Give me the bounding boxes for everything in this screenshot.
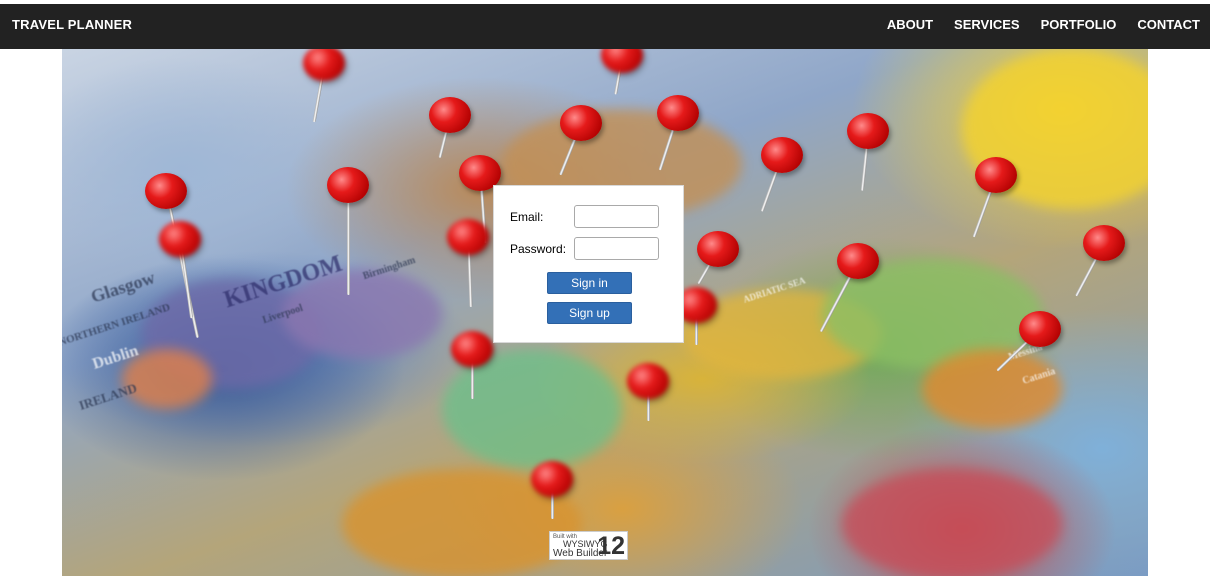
map-label: Glasgow [88, 267, 158, 307]
login-form: Email: Password: Sign in Sign up [493, 185, 684, 343]
nav-contact[interactable]: CONTACT [1137, 17, 1200, 32]
nav-services[interactable]: SERVICES [954, 17, 1020, 32]
map-region [922, 349, 1062, 429]
map-label: IRELAND [76, 380, 139, 413]
password-field[interactable] [574, 237, 659, 260]
email-field[interactable] [574, 205, 659, 228]
sign-up-button[interactable]: Sign up [547, 302, 632, 324]
nav-portfolio[interactable]: PORTFOLIO [1041, 17, 1117, 32]
web-builder-badge[interactable]: Built with WYSIWYG Web Builder 12 [549, 531, 628, 560]
brand-link[interactable]: TRAVEL PLANNER [12, 17, 132, 32]
nav-about[interactable]: ABOUT [887, 17, 933, 32]
badge-number: 12 [597, 532, 625, 560]
email-label: Email: [510, 210, 544, 224]
map-region [842, 469, 1062, 576]
map-region [442, 349, 622, 469]
navbar: TRAVEL PLANNER ABOUT SERVICES PORTFOLIO … [0, 4, 1210, 49]
password-label: Password: [510, 242, 567, 256]
nav-menu: ABOUT SERVICES PORTFOLIO CONTACT [887, 17, 1200, 32]
sign-in-button[interactable]: Sign in [547, 272, 632, 294]
